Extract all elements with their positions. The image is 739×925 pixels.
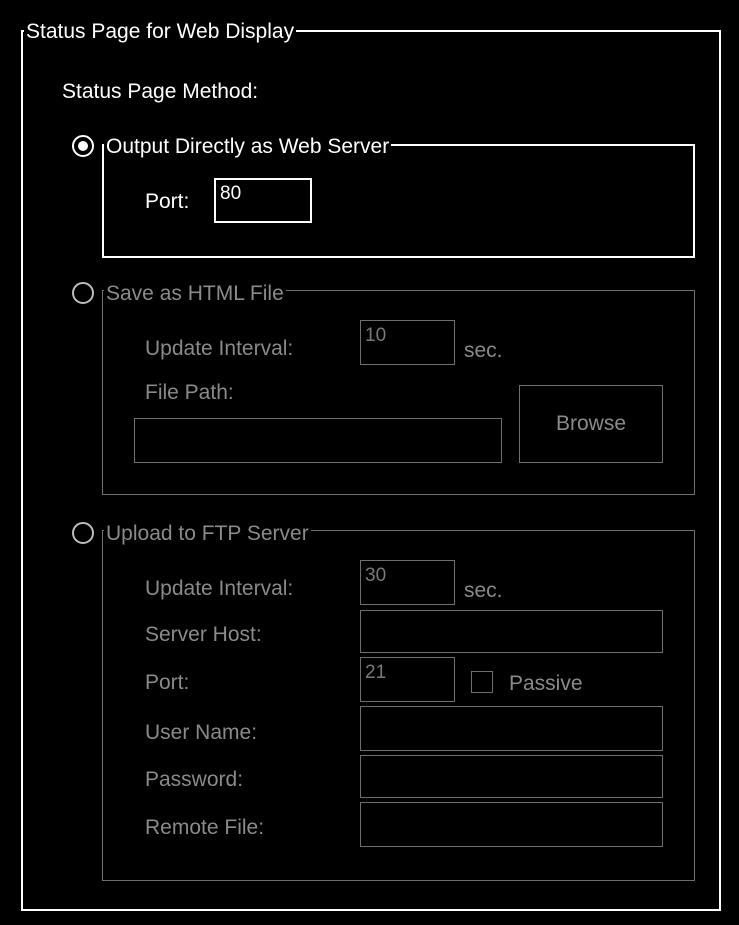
remote-file-input[interactable] [360,802,663,847]
ftp-title[interactable]: Upload to FTP Server [104,523,311,544]
html-file-radio[interactable] [72,282,94,304]
file-path-input[interactable] [134,418,502,463]
password-label: Password: [145,768,244,791]
user-name-label: User Name: [145,721,258,744]
status-page-method-label: Status Page Method: [62,80,259,103]
remote-file-label: Remote File: [145,816,265,839]
direct-server-title[interactable]: Output Directly as Web Server [104,136,392,157]
html-interval-unit: sec. [464,339,503,362]
browse-button[interactable]: Browse [519,385,663,463]
server-host-input[interactable] [360,610,663,653]
direct-server-radio[interactable] [72,135,94,157]
passive-checkbox[interactable] [471,671,493,693]
html-interval-label: Update Interval: [145,337,294,360]
password-input[interactable] [360,755,663,798]
direct-server-port-label: Port: [145,190,190,213]
ftp-radio[interactable] [72,522,94,544]
server-host-label: Server Host: [145,623,262,646]
radio-selected-dot [78,141,88,151]
html-file-title[interactable]: Save as HTML File [104,283,286,304]
ftp-interval-unit: sec. [464,579,503,602]
html-interval-input[interactable]: 10 [360,320,455,365]
direct-server-group [102,144,695,258]
ftp-port-input[interactable]: 21 [360,657,455,702]
direct-server-port-input[interactable]: 80 [214,178,312,223]
ftp-port-label: Port: [145,671,190,694]
status-page-group-title: Status Page for Web Display [24,20,297,43]
passive-label[interactable]: Passive [509,673,583,694]
ftp-interval-label: Update Interval: [145,577,294,600]
user-name-input[interactable] [360,706,663,751]
file-path-label: File Path: [145,381,234,404]
ftp-interval-input[interactable]: 30 [360,560,455,605]
